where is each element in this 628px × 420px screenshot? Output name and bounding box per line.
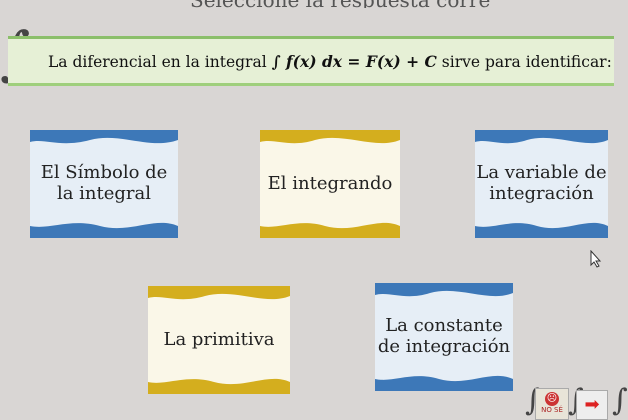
question-formula: ∫ f(x) dx = F(x) + C [271, 52, 437, 71]
integral-small-icon: ∫ [612, 383, 628, 418]
option-card-variable[interactable]: La variable de integración [475, 130, 608, 238]
question-bar: La diferencial en la integral ∫ f(x) dx … [8, 36, 614, 86]
sad-face-icon: ☹ [545, 392, 559, 406]
option-card-primitiva[interactable]: La primitiva [148, 286, 290, 394]
option-label: La variable de integración [476, 162, 607, 204]
no-se-label: NO SÉ [541, 406, 563, 414]
option-label: La constante de integración [377, 315, 511, 357]
no-se-button[interactable]: ☹ NO SÉ [535, 388, 569, 420]
arrow-right-icon: ➡ [584, 394, 600, 415]
option-card-simbolo[interactable]: El Símbolo de la integral [30, 130, 178, 238]
question-text: La diferencial en la integral ∫ f(x) dx … [48, 52, 612, 71]
mouse-cursor-icon [590, 250, 602, 268]
option-label: El integrando [267, 172, 393, 194]
option-label: El Símbolo de la integral [40, 162, 168, 204]
question-text-before: La diferencial en la integral [48, 53, 267, 71]
question-text-after: sirve para identificar: [441, 53, 612, 71]
next-button[interactable]: ➡ [576, 390, 608, 420]
option-label: La primitiva [163, 328, 275, 350]
page-title: Seleccione la respuesta correcta [190, 0, 490, 8]
option-card-constante[interactable]: La constante de integración [375, 283, 513, 391]
option-card-integrando[interactable]: El integrando [260, 130, 400, 238]
